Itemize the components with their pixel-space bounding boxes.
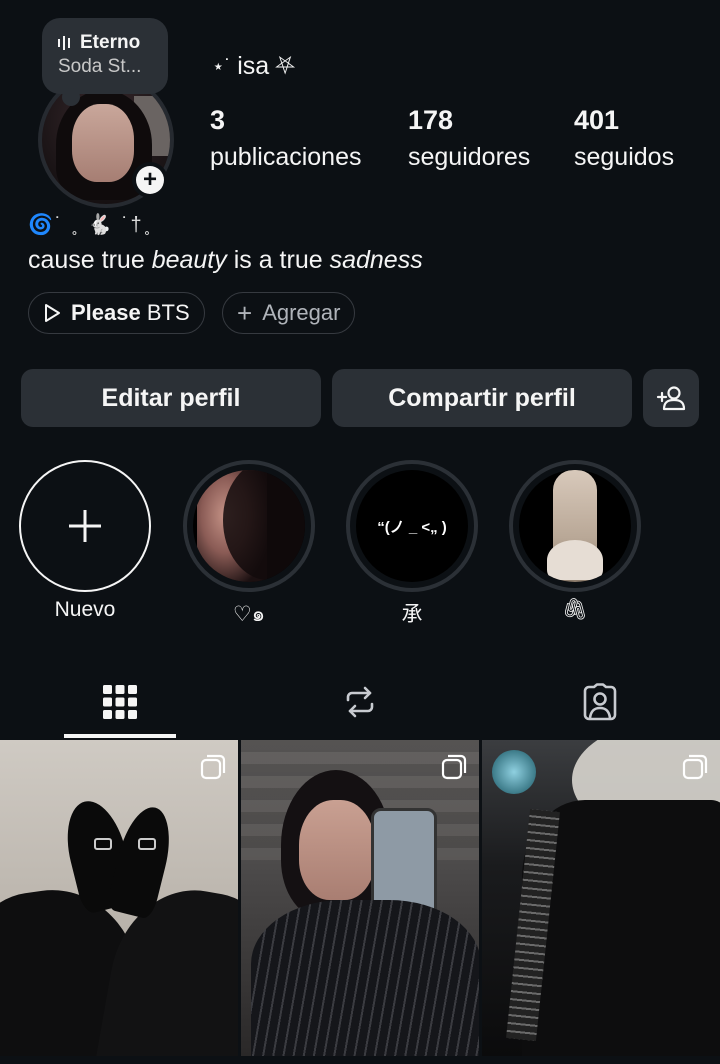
tab-reposts[interactable]	[240, 668, 480, 736]
tagged-person-icon	[583, 683, 617, 721]
highlight-cover	[193, 470, 305, 582]
plus-icon: +	[237, 298, 253, 328]
stat-posts[interactable]: 3 publicaciones	[210, 104, 362, 178]
repost-icon	[346, 686, 374, 718]
profile-username[interactable]: ⋆˙ isa ⛧	[212, 52, 295, 81]
stat-followers[interactable]: 178 seguidores	[408, 104, 530, 178]
post-thumbnail[interactable]	[482, 740, 720, 1056]
tab-tagged[interactable]	[480, 668, 720, 736]
posts-grid	[0, 740, 720, 1064]
paperclip-icon: 🖇	[561, 598, 589, 621]
play-icon	[45, 304, 60, 322]
plus-icon: +	[136, 166, 164, 194]
music-chip[interactable]: Please BTS	[28, 292, 205, 334]
highlight-cover	[519, 470, 631, 582]
add-person-icon	[656, 386, 686, 411]
active-tab-indicator	[64, 734, 176, 738]
highlight-item[interactable]: ♡๑	[183, 460, 315, 626]
add-link-chip[interactable]: + Agregar	[222, 292, 356, 334]
multiple-posts-icon	[441, 754, 467, 780]
note-title: Eterno	[80, 32, 141, 53]
grid-icon	[103, 685, 137, 719]
pentagram-icon: ⛧	[275, 52, 296, 80]
add-story-button[interactable]: +	[132, 162, 168, 198]
multiple-posts-icon	[200, 754, 226, 780]
tab-posts-grid[interactable]	[0, 668, 240, 736]
add-person-button[interactable]	[643, 369, 699, 427]
bio-emoji-line: 🌀˙ ˳ 🐇 ˙†˳	[28, 214, 153, 236]
post-thumbnail[interactable]	[0, 740, 238, 1056]
highlight-cover: “(ノ _ <„ )	[356, 470, 468, 582]
post-thumbnail[interactable]	[241, 740, 479, 1056]
highlight-item[interactable]: 🖇	[509, 460, 641, 626]
share-profile-button[interactable]: Compartir perfil	[332, 369, 632, 427]
sound-bars-icon	[58, 36, 70, 50]
multiple-posts-icon	[682, 754, 708, 780]
profile-page: + Eterno Soda St... ⋆˙ isa ⛧ 3 publicaci…	[0, 0, 720, 1064]
note-subtitle: Soda St...	[58, 56, 142, 77]
edit-profile-button[interactable]: Editar perfil	[21, 369, 321, 427]
music-note-bubble[interactable]: Eterno Soda St...	[42, 18, 168, 106]
plus-icon	[69, 510, 101, 542]
highlight-item[interactable]: “(ノ _ <„ ) 承	[346, 460, 478, 626]
profile-tabs	[0, 668, 720, 740]
highlight-new[interactable]: Nuevo	[19, 460, 151, 626]
sparkle-icon: ⋆˙	[212, 56, 232, 78]
stat-following[interactable]: 401 seguidos	[574, 104, 674, 178]
bio-text: cause true beauty is a true sadness	[28, 246, 423, 274]
